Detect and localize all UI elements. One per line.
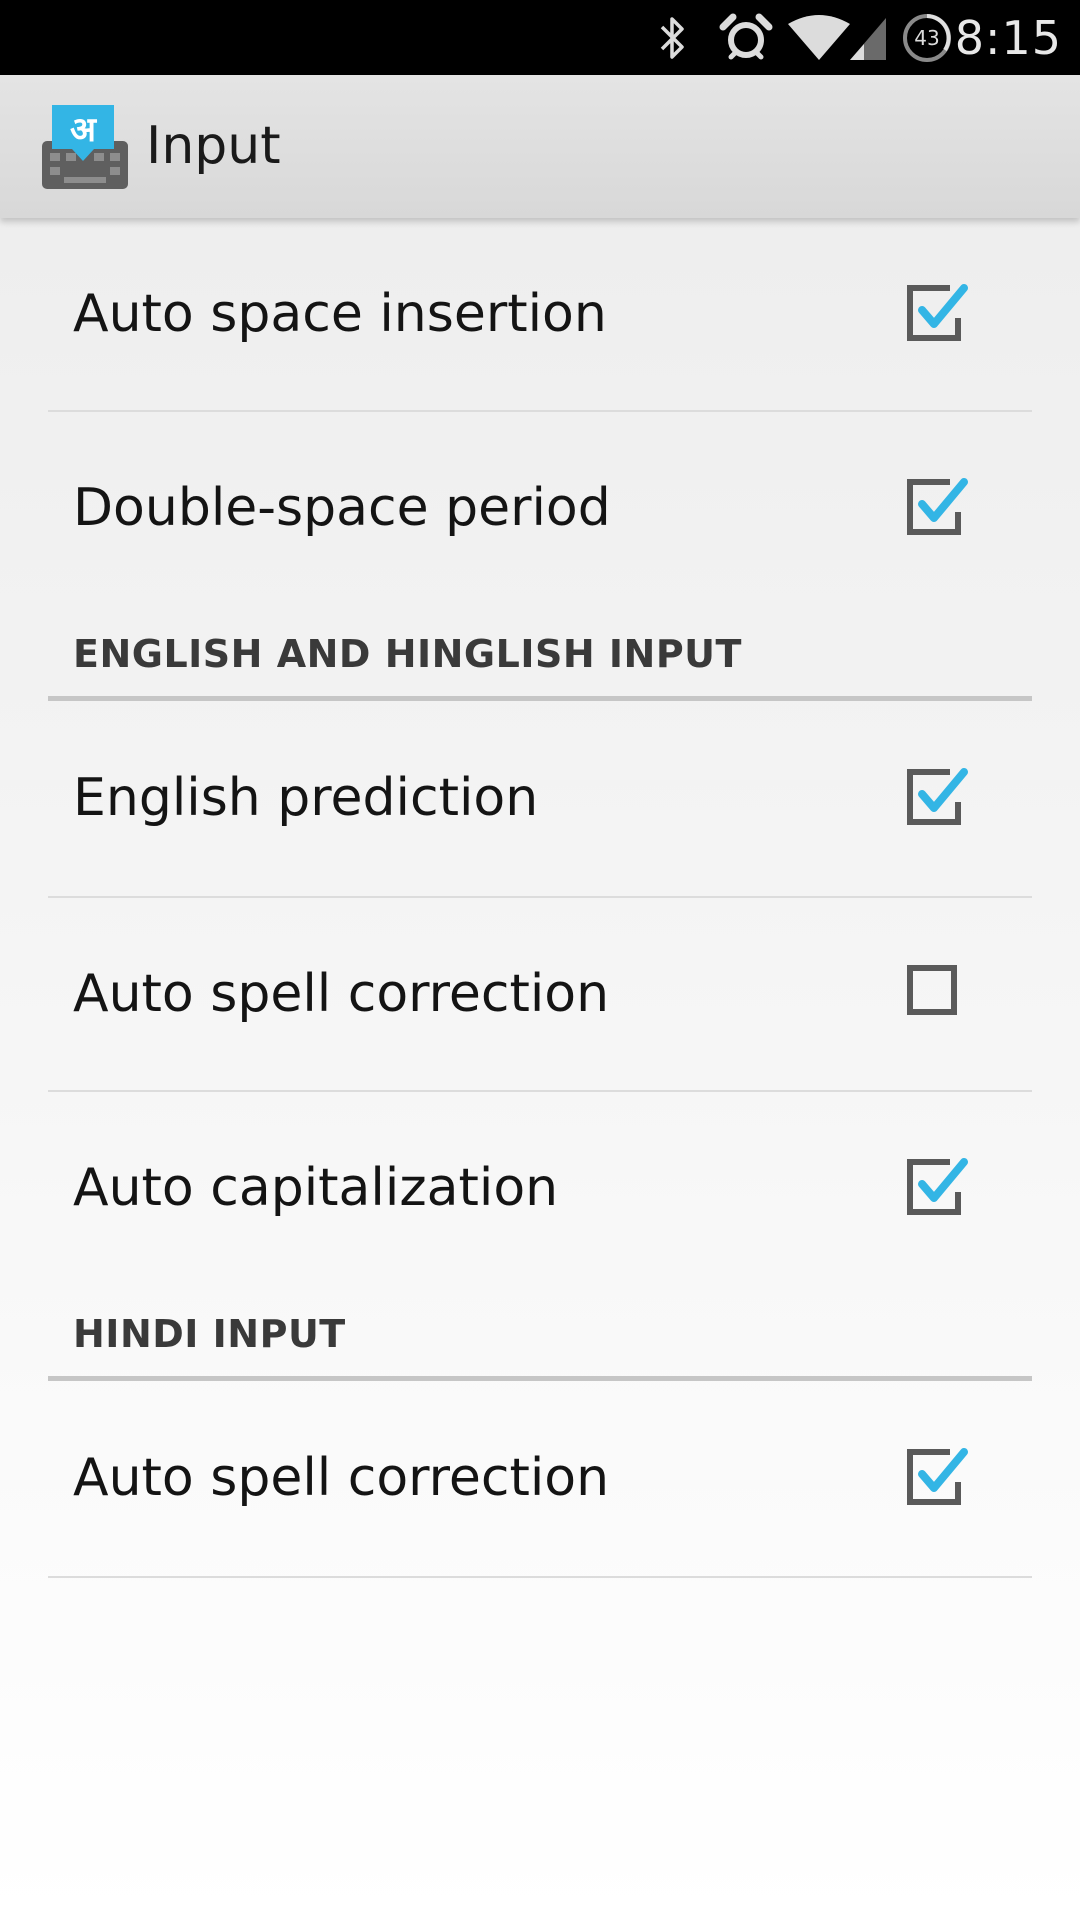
section-header-english: ENGLISH AND HINGLISH INPUT	[73, 632, 742, 676]
svg-text:अ: अ	[70, 110, 98, 150]
section-divider	[48, 1376, 1032, 1381]
status-bar: 43 8:15	[0, 0, 1080, 75]
pref-double-space-period[interactable]: Double-space period	[0, 412, 1080, 604]
status-time: 8:15	[954, 10, 1062, 65]
pref-label: Auto spell correction	[73, 964, 610, 1024]
pref-label: Double-space period	[73, 478, 611, 538]
pref-auto-spell-correction-hindi[interactable]: Auto spell correction	[0, 1382, 1080, 1574]
checkbox-checked[interactable]	[906, 1158, 968, 1220]
pref-label: Auto spell correction	[73, 1448, 610, 1508]
cell-signal-icon	[848, 0, 888, 75]
battery-icon: 43	[900, 0, 954, 75]
section-header-hindi: HINDI INPUT	[73, 1312, 346, 1356]
svg-text:43: 43	[914, 26, 939, 50]
checkbox-checked[interactable]	[906, 768, 968, 830]
pref-auto-spell-correction-english[interactable]: Auto spell correction	[0, 898, 1080, 1090]
hindi-keyboard-icon[interactable]: अ	[42, 103, 128, 189]
pref-label: Auto space insertion	[73, 284, 607, 344]
divider	[48, 1576, 1032, 1578]
alarm-icon	[716, 0, 776, 75]
action-bar: अ Input	[0, 75, 1080, 218]
wifi-icon	[786, 0, 852, 75]
page-title: Input	[146, 116, 281, 176]
pref-label: Auto capitalization	[73, 1158, 559, 1218]
checkbox-checked[interactable]	[906, 1448, 968, 1510]
pref-auto-capitalization[interactable]: Auto capitalization	[0, 1092, 1080, 1284]
bluetooth-icon	[655, 0, 691, 75]
checkbox-checked[interactable]	[906, 284, 968, 346]
checkbox-checked[interactable]	[906, 478, 968, 540]
pref-auto-space-insertion[interactable]: Auto space insertion	[0, 218, 1080, 410]
section-divider	[48, 696, 1032, 701]
checkbox-unchecked[interactable]	[906, 964, 968, 1026]
pref-english-prediction[interactable]: English prediction	[0, 702, 1080, 894]
pref-label: English prediction	[73, 768, 539, 828]
